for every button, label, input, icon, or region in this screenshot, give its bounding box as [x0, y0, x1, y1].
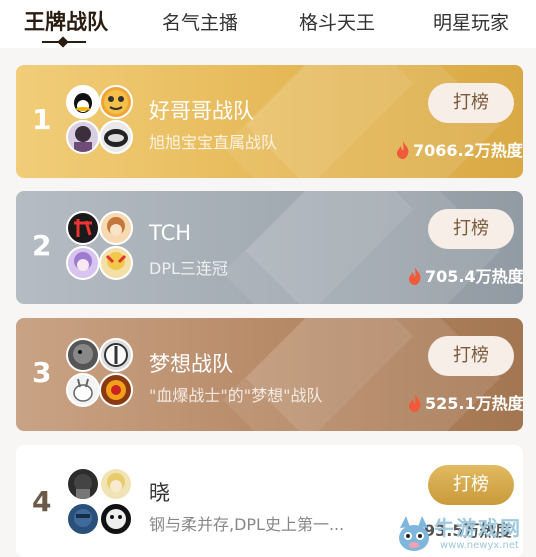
watermark-text: 牛游戏网 — [434, 516, 522, 540]
heat-text: 705.4万热度 — [425, 267, 523, 286]
avatar — [66, 246, 100, 280]
member-avatars — [66, 338, 138, 410]
rank-number: 4 — [32, 485, 52, 518]
team-card-2[interactable]: 2 TCH DPL三连冠 打榜 705.4万热度 — [16, 191, 523, 304]
team-name: TCH — [149, 221, 192, 245]
avatar — [66, 120, 100, 154]
avatar — [99, 85, 133, 119]
watermark-url: www.newyx.net — [440, 540, 519, 551]
avatar — [99, 338, 133, 372]
rank-number: 2 — [32, 229, 52, 262]
tab-bar: 王牌战队 名气主播 格斗天王 明星玩家 — [0, 0, 536, 48]
team-name: 好哥哥战队 — [149, 99, 254, 123]
team-subtitle: "血爆战士"的"梦想"战队 — [149, 386, 323, 405]
tab-star-players[interactable]: 明星玩家 — [433, 8, 509, 35]
team-card-3[interactable]: 3 梦想战队 "血爆战士"的"梦想"战队 打榜 525.1万热度 — [16, 318, 523, 431]
team-name: 梦想战队 — [149, 352, 233, 376]
team-subtitle: DPL三连冠 — [149, 259, 228, 278]
avatar — [99, 246, 133, 280]
avatar — [99, 467, 133, 501]
member-avatars — [66, 211, 138, 283]
team-subtitle: 旭旭宝宝直属战队 — [149, 133, 278, 152]
flame-icon — [408, 394, 422, 412]
heat-value: 7066.2万热度 — [396, 137, 523, 161]
heat-value: 525.1万热度 — [408, 390, 523, 414]
avatar — [66, 502, 100, 536]
avatar — [66, 85, 100, 119]
heat-text: 7066.2万热度 — [413, 141, 523, 160]
flame-icon — [396, 141, 410, 159]
vote-button[interactable]: 打榜 — [428, 209, 514, 249]
avatar — [66, 338, 100, 372]
site-watermark: 牛游戏网 www.newyx.net — [392, 510, 536, 557]
member-avatars — [66, 467, 138, 539]
avatar — [99, 120, 133, 154]
avatar — [99, 211, 133, 245]
heat-text: 525.1万热度 — [425, 394, 523, 413]
avatar — [66, 211, 100, 245]
avatar — [99, 373, 133, 407]
avatar — [66, 467, 100, 501]
tab-ace-teams[interactable]: 王牌战队 — [24, 6, 108, 36]
vote-button[interactable]: 打榜 — [428, 336, 514, 376]
rank-number: 3 — [32, 356, 52, 389]
mascot-logo — [399, 516, 429, 551]
team-subtitle: 钢与柔并存,DPL史上第一... — [149, 515, 345, 534]
avatar — [66, 373, 100, 407]
avatar — [99, 502, 133, 536]
team-card-1[interactable]: 1 好哥哥战队 旭旭宝宝直属战队 打榜 7066.2万热度 — [16, 65, 523, 178]
tab-famous-streamers[interactable]: 名气主播 — [162, 8, 238, 35]
rank-number: 1 — [32, 103, 52, 136]
vote-button[interactable]: 打榜 — [428, 465, 514, 505]
tab-fighting-kings[interactable]: 格斗天王 — [299, 8, 375, 35]
team-name: 晓 — [149, 481, 170, 505]
vote-button[interactable]: 打榜 — [428, 83, 514, 123]
member-avatars — [66, 85, 138, 157]
active-tab-indicator — [42, 36, 86, 48]
heat-value: 705.4万热度 — [408, 263, 523, 287]
flame-icon — [408, 267, 422, 285]
